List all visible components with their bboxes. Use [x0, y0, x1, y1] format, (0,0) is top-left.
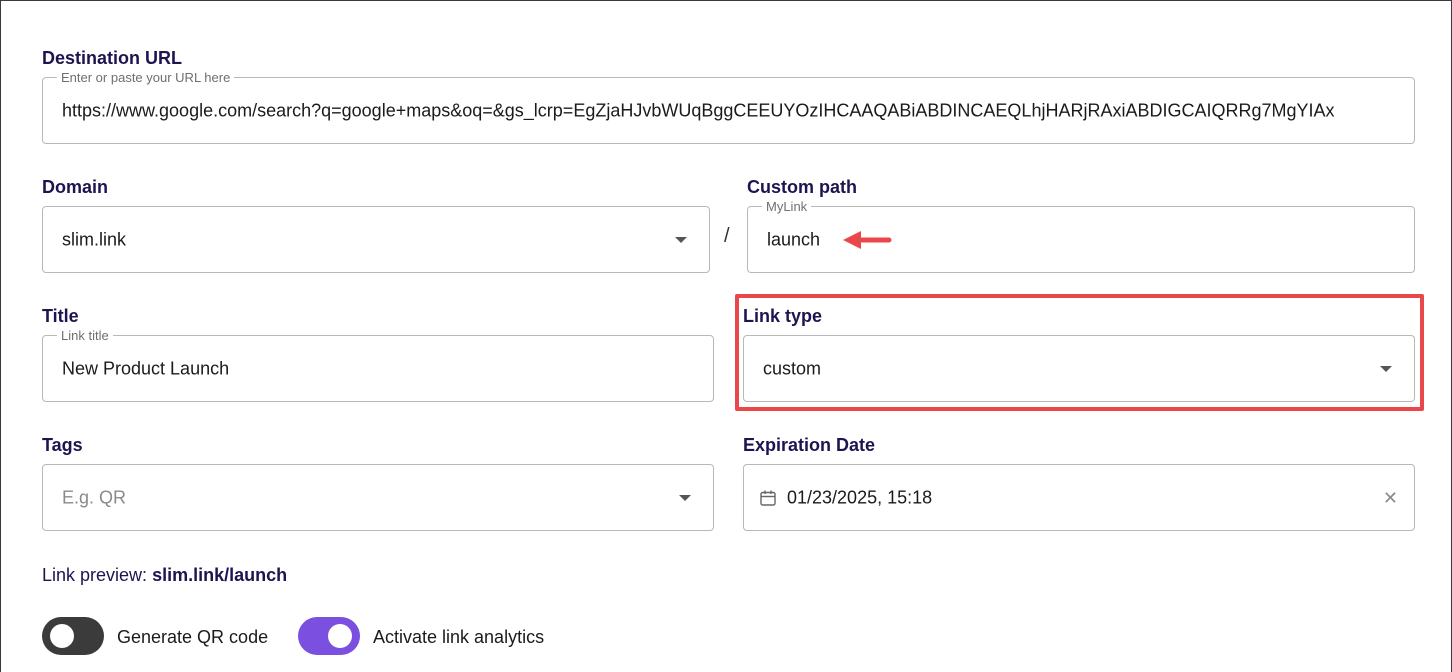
link-preview: Link preview: slim.link/launch [42, 565, 287, 586]
destination-url-field[interactable]: Enter or paste your URL here https://www… [42, 70, 1415, 144]
title-value: New Product Launch [62, 358, 230, 378]
custom-path-label: Custom path [747, 177, 857, 197]
title-field[interactable]: Link title New Product Launch [42, 328, 714, 402]
expiration-date-field[interactable]: 01/23/2025, 15:18 ✕ [743, 464, 1415, 531]
tags-label: Tags [42, 435, 83, 455]
expiration-date-value: 01/23/2025, 15:18 [787, 487, 933, 507]
domain-select[interactable]: slim.link [42, 206, 710, 273]
tags-select[interactable]: E.g. QR [42, 464, 714, 531]
annotation-highlight-box [735, 294, 1424, 411]
path-separator: / [724, 225, 730, 247]
link-preview-url: slim.link/launch [152, 565, 288, 585]
destination-url-value: https://www.google.com/search?q=google+m… [62, 100, 1335, 120]
custom-path-value: launch [767, 229, 821, 249]
expiration-date-label: Expiration Date [743, 435, 876, 455]
link-preview-prefix: Link preview: [42, 565, 148, 585]
toggle-knob [328, 624, 352, 648]
form-panel: Destination URL Enter or paste your URL … [0, 0, 1452, 672]
qr-code-toggle-label: Generate QR code [117, 627, 269, 647]
domain-value: slim.link [62, 229, 127, 249]
destination-url-label: Destination URL [42, 48, 183, 68]
analytics-toggle[interactable] [298, 617, 360, 655]
custom-path-legend: MyLink [762, 199, 812, 214]
domain-label: Domain [42, 177, 109, 197]
title-label: Title [42, 306, 79, 326]
close-icon[interactable]: ✕ [1383, 489, 1398, 507]
analytics-toggle-label: Activate link analytics [373, 627, 545, 647]
qr-code-toggle[interactable] [42, 617, 104, 655]
toggle-knob [50, 624, 74, 648]
destination-url-legend: Enter or paste your URL here [57, 70, 235, 85]
title-legend: Link title [57, 328, 113, 343]
tags-placeholder: E.g. QR [62, 487, 127, 507]
chevron-down-icon [679, 494, 691, 501]
calendar-icon [760, 490, 776, 506]
annotation-arrow-icon [843, 231, 892, 249]
chevron-down-icon [675, 236, 687, 243]
